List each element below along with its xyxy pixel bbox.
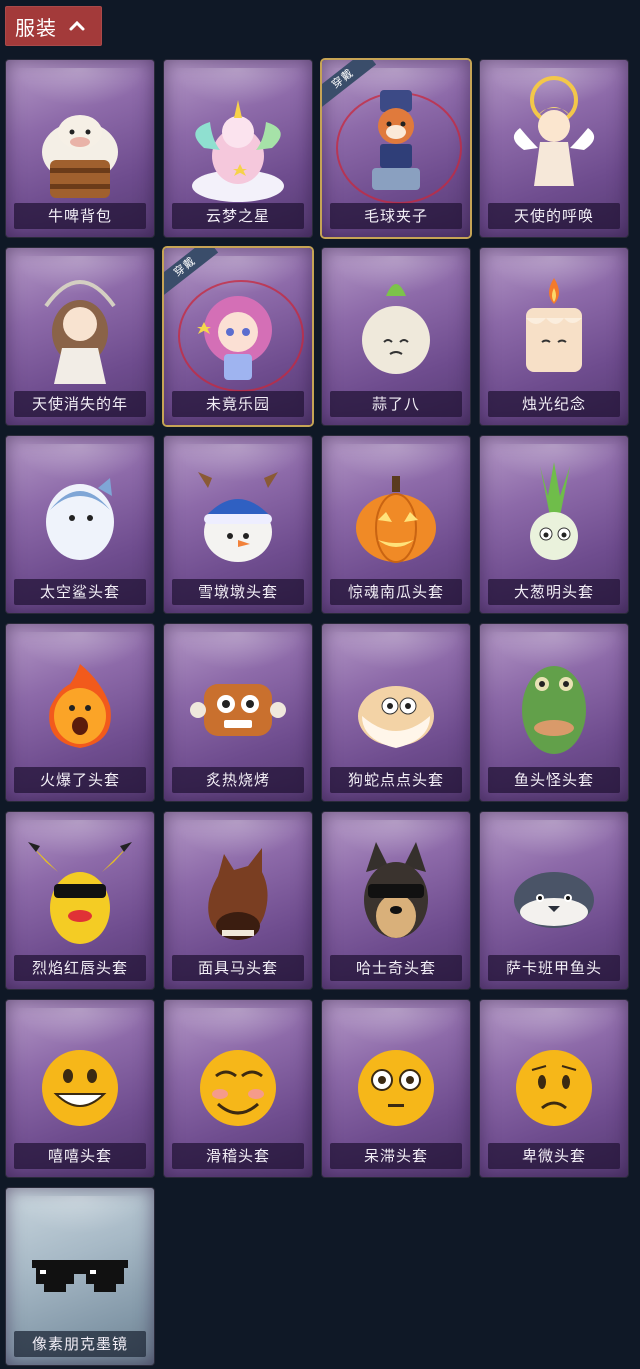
- outfit-card[interactable]: 云梦之星: [164, 60, 312, 237]
- outfit-name: 太空鲨头套: [14, 579, 146, 605]
- fish-icon: [480, 812, 628, 962]
- outfit-card[interactable]: 穿戴 未竟乐园: [164, 248, 312, 425]
- horse-icon: [164, 812, 312, 962]
- outfit-card[interactable]: 炙热烧烤: [164, 624, 312, 801]
- outfit-name: 面具马头套: [172, 955, 304, 981]
- outfit-name: 蒜了八: [330, 391, 462, 417]
- outfit-card[interactable]: 惊魂南瓜头套: [322, 436, 470, 613]
- emoji-grin-icon: [6, 1000, 154, 1150]
- outfit-name: 炙热烧烤: [172, 767, 304, 793]
- outfit-card[interactable]: 天使消失的年: [6, 248, 154, 425]
- outfit-name: 天使消失的年: [14, 391, 146, 417]
- outfit-card[interactable]: 滑稽头套: [164, 1000, 312, 1177]
- pixel-glasses-icon: [6, 1188, 154, 1338]
- emoji-stare-icon: [322, 1000, 470, 1150]
- outfit-card[interactable]: 太空鲨头套: [6, 436, 154, 613]
- outfit-name: 呆滞头套: [330, 1143, 462, 1169]
- outfit-name: 像素朋克墨镜: [14, 1331, 146, 1357]
- outfit-name: 天使的呼唤: [488, 203, 620, 229]
- garlic-icon: [322, 248, 470, 398]
- outfit-name: 云梦之星: [172, 203, 304, 229]
- outfit-name: 狗蛇点点头套: [330, 767, 462, 793]
- pikachu-icon: [6, 812, 154, 962]
- outfit-name: 萨卡班甲鱼头: [488, 955, 620, 981]
- outfit-card[interactable]: 面具马头套: [164, 812, 312, 989]
- outfit-card[interactable]: 嘻嘻头套: [6, 1000, 154, 1177]
- outfit-name: 鱼头怪头套: [488, 767, 620, 793]
- outfit-card[interactable]: 卑微头套: [480, 1000, 628, 1177]
- outfit-card[interactable]: 牛啤背包: [6, 60, 154, 237]
- outfit-card[interactable]: 哈士奇头套: [322, 812, 470, 989]
- snake-icon: [322, 624, 470, 774]
- outfit-card[interactable]: 大葱明头套: [480, 436, 628, 613]
- scallion-icon: [480, 436, 628, 586]
- candle-icon: [480, 248, 628, 398]
- outfit-name: 烛光纪念: [488, 391, 620, 417]
- outfit-name: 大葱明头套: [488, 579, 620, 605]
- unicorn-cloud-icon: [164, 60, 312, 210]
- outfit-card[interactable]: 萨卡班甲鱼头: [480, 812, 628, 989]
- shark-icon: [6, 436, 154, 586]
- outfit-card[interactable]: 穿戴 毛球夹子: [322, 60, 470, 237]
- dog-icon: [322, 812, 470, 962]
- outfit-name: 未竟乐园: [172, 391, 304, 417]
- outfit-name: 雪墩墩头套: [172, 579, 304, 605]
- outfit-card[interactable]: 烈焰红唇头套: [6, 812, 154, 989]
- outfit-card[interactable]: 蒜了八: [322, 248, 470, 425]
- emoji-funny-icon: [164, 1000, 312, 1150]
- angel-icon: [480, 60, 628, 210]
- outfit-name: 牛啤背包: [14, 203, 146, 229]
- outfit-card[interactable]: 雪墩墩头套: [164, 436, 312, 613]
- outfit-card[interactable]: 烛光纪念: [480, 248, 628, 425]
- outfit-name: 嘻嘻头套: [14, 1143, 146, 1169]
- outfit-card[interactable]: 天使的呼唤: [480, 60, 628, 237]
- angel-girl-icon: [6, 248, 154, 398]
- outfit-name: 哈士奇头套: [330, 955, 462, 981]
- outfit-card[interactable]: 狗蛇点点头套: [322, 624, 470, 801]
- cow-barrel-icon: [6, 60, 154, 210]
- meat-icon: [164, 624, 312, 774]
- outfit-card[interactable]: 火爆了头套: [6, 624, 154, 801]
- snowman-icon: [164, 436, 312, 586]
- outfit-name: 毛球夹子: [330, 203, 462, 229]
- outfit-card[interactable]: 鱼头怪头套: [480, 624, 628, 801]
- outfit-grid: 牛啤背包 云梦之星 穿戴 毛球夹子 天使的呼唤天使消失的年 穿戴 未竟乐园 蒜了八 烛光纪念太空…: [0, 0, 640, 1369]
- pumpkin-icon: [322, 436, 470, 586]
- outfit-name: 火爆了头套: [14, 767, 146, 793]
- outfit-card[interactable]: 像素朋克墨镜: [6, 1188, 154, 1365]
- fireball-icon: [6, 624, 154, 774]
- outfit-name: 卑微头套: [488, 1143, 620, 1169]
- emoji-humble-icon: [480, 1000, 628, 1150]
- outfit-name: 惊魂南瓜头套: [330, 579, 462, 605]
- outfit-name: 滑稽头套: [172, 1143, 304, 1169]
- outfit-name: 烈焰红唇头套: [14, 955, 146, 981]
- fishhead-icon: [480, 624, 628, 774]
- outfit-card[interactable]: 呆滞头套: [322, 1000, 470, 1177]
